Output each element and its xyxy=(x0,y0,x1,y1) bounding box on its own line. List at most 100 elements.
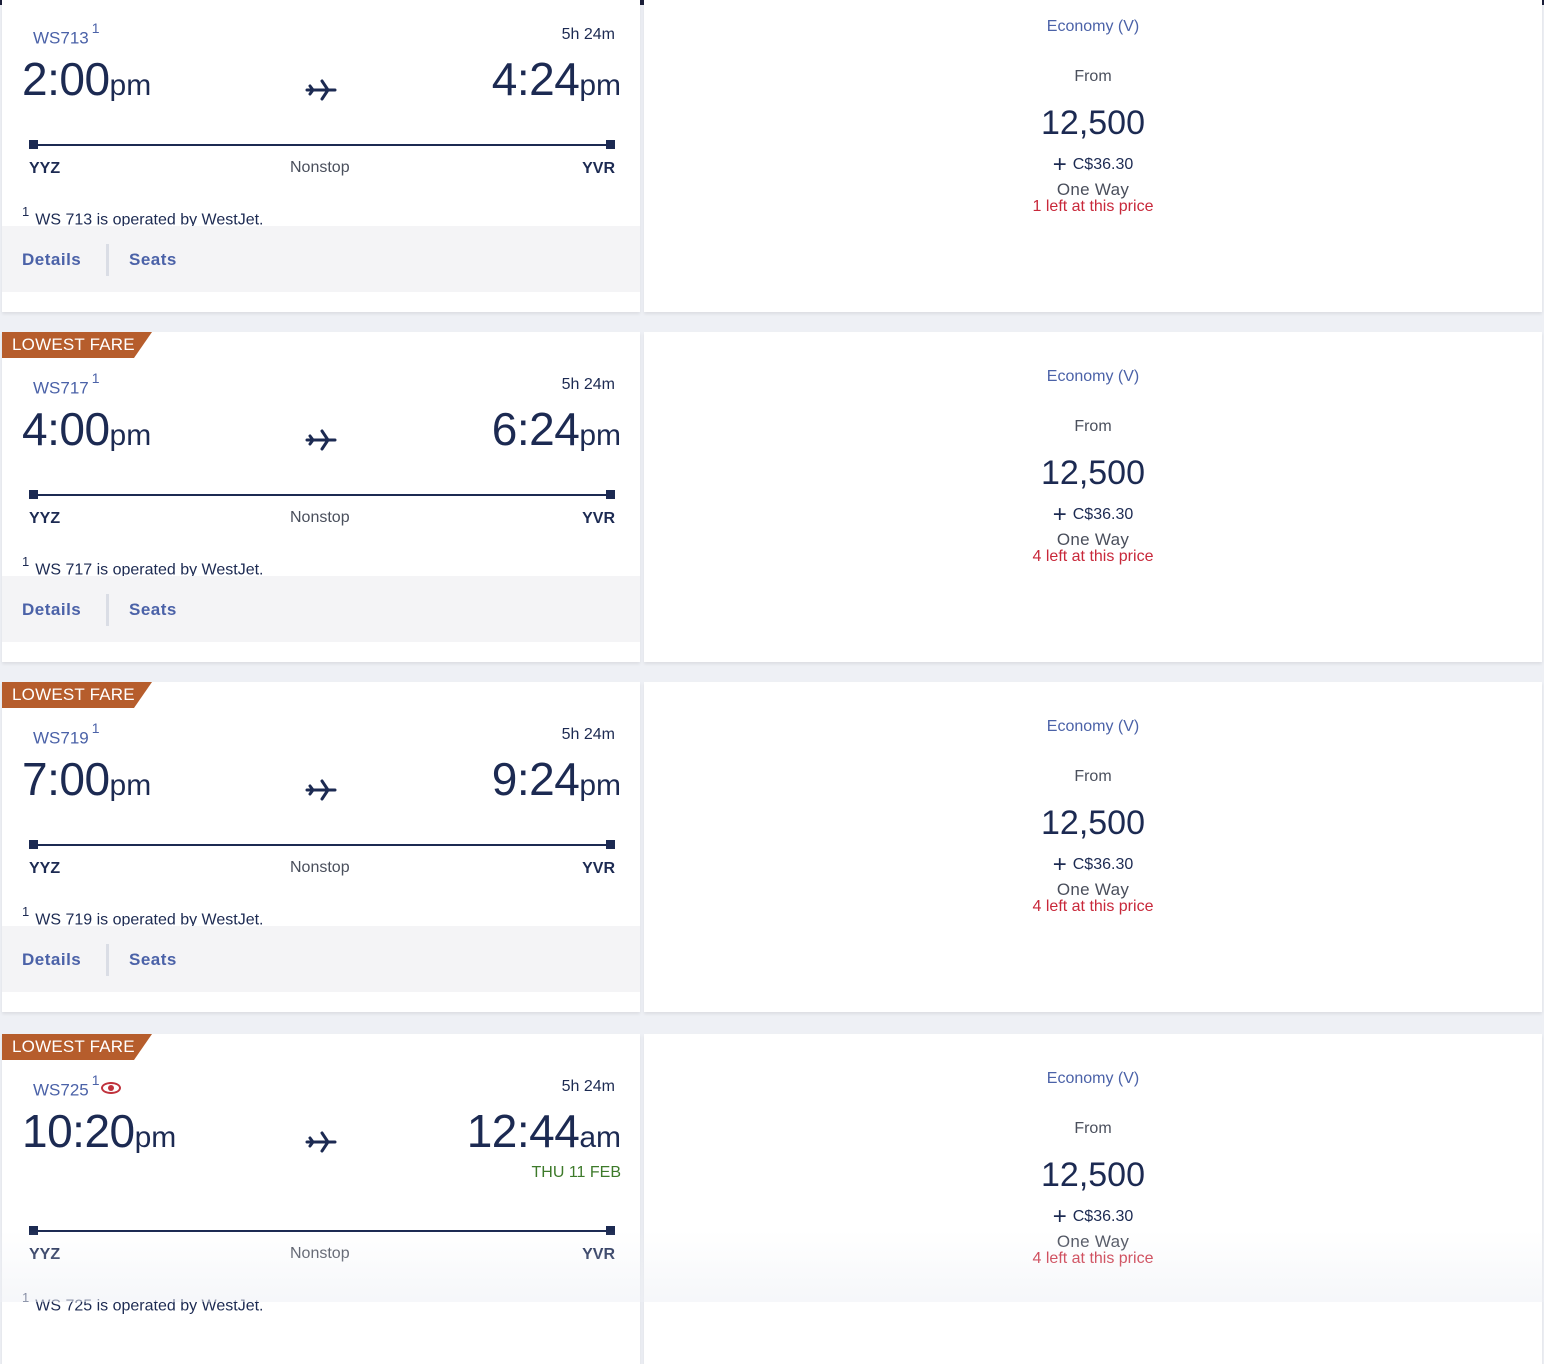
fare-taxes-value: C$36.30 xyxy=(1072,1208,1134,1225)
destination-airport: YVR xyxy=(582,510,615,527)
fare-option-economy[interactable]: Economy (V) From 12,500 + C$36.30 One Way… xyxy=(644,682,1542,1012)
fare-miles: 12,500 xyxy=(1041,804,1145,842)
flight-number-label[interactable]: WS725 xyxy=(33,1081,89,1100)
operated-by-note: 1 WS 725 is operated by WestJet. xyxy=(22,1290,264,1315)
lowest-fare-badge: LOWEST FARE xyxy=(2,332,152,358)
fare-option-economy[interactable]: Economy (V) From 12,500 + C$36.30 One Way… xyxy=(644,1034,1542,1364)
route-line xyxy=(29,1226,615,1235)
details-button[interactable]: Details xyxy=(22,600,81,620)
departure-time-value: 7:00 xyxy=(22,753,110,805)
flight-number[interactable]: WS7191 xyxy=(33,720,100,749)
seats-left-warning: 4 left at this price xyxy=(1032,1250,1154,1267)
flight-number[interactable]: WS7171 xyxy=(33,370,100,399)
stops-label: Nonstop xyxy=(290,1245,350,1262)
flight-number-label[interactable]: WS717 xyxy=(33,379,89,398)
departure-time: 7:00pm xyxy=(22,752,151,806)
footnote-marker: 1 xyxy=(91,20,100,36)
fare-class-label: Economy (V) xyxy=(1046,718,1140,735)
footnote-marker: 1 xyxy=(91,720,100,736)
flight-number-label[interactable]: WS719 xyxy=(33,729,89,748)
destination-airport: YVR xyxy=(582,860,615,877)
flight-info-panel: WS7131 5h 24m 2:00pm 4:24pm YYZ Nonstop … xyxy=(2,0,640,312)
flight-actions-bar: Details Seats xyxy=(2,226,640,292)
plus-icon: + xyxy=(1052,151,1067,178)
details-button[interactable]: Details xyxy=(22,950,81,970)
departure-ampm: pm xyxy=(109,769,152,802)
fare-taxes: + C$36.30 xyxy=(644,1200,1542,1230)
fare-taxes: + C$36.30 xyxy=(644,148,1542,178)
flight-duration: 5h 24m xyxy=(561,26,615,43)
arrival-time-value: 4:24 xyxy=(491,53,580,105)
airplane-icon xyxy=(305,779,337,801)
divider xyxy=(106,594,109,626)
fare-miles: 12,500 xyxy=(1041,1156,1145,1194)
seats-button[interactable]: Seats xyxy=(129,250,177,270)
fare-taxes: + C$36.30 xyxy=(644,848,1542,878)
origin-airport: YYZ xyxy=(29,510,61,527)
from-label: From xyxy=(1074,1120,1112,1137)
flight-number-label[interactable]: WS713 xyxy=(33,29,89,48)
fare-taxes-value: C$36.30 xyxy=(1072,856,1134,873)
origin-airport: YYZ xyxy=(29,860,61,877)
arrival-ampm: pm xyxy=(579,769,621,802)
departure-ampm: pm xyxy=(109,419,152,452)
destination-airport: YVR xyxy=(582,1246,615,1263)
from-label: From xyxy=(1074,768,1112,785)
flight-actions-bar: Details Seats xyxy=(2,576,640,642)
departure-time: 2:00pm xyxy=(22,52,151,106)
flight-result-card: LOWEST FARE WS7191 5h 24m 7:00pm 9:24pm … xyxy=(2,682,1542,1012)
footnote-marker: 1 xyxy=(22,1290,30,1305)
trip-type: One Way xyxy=(1056,1232,1130,1251)
fare-miles: 12,500 xyxy=(1041,104,1145,142)
trip-type: One Way xyxy=(1056,180,1130,199)
from-label: From xyxy=(1074,418,1112,435)
departure-time: 4:00pm xyxy=(22,402,151,456)
destination-airport: YVR xyxy=(582,160,615,177)
airplane-icon xyxy=(305,79,337,101)
flight-result-card: LOWEST FARE WS7251 5h 24m 10:20pm 12:44a… xyxy=(2,1034,1542,1364)
arrival-ampm: pm xyxy=(579,69,621,102)
divider xyxy=(106,244,109,276)
flight-result-card: WS7131 5h 24m 2:00pm 4:24pm YYZ Nonstop … xyxy=(2,0,1542,312)
arrival-time-value: 9:24 xyxy=(491,753,580,805)
divider xyxy=(106,944,109,976)
details-button[interactable]: Details xyxy=(22,250,81,270)
fare-class-label: Economy (V) xyxy=(1046,18,1140,35)
eye-icon[interactable] xyxy=(100,1081,121,1094)
departure-ampm: pm xyxy=(134,1121,177,1154)
flight-info-panel: LOWEST FARE WS7191 5h 24m 7:00pm 9:24pm … xyxy=(2,682,640,1012)
fare-class-label: Economy (V) xyxy=(1046,1070,1140,1087)
flight-number[interactable]: WS7131 xyxy=(33,20,100,49)
airplane-icon xyxy=(305,1131,337,1153)
fare-option-economy[interactable]: Economy (V) From 12,500 + C$36.30 One Way… xyxy=(644,0,1542,312)
from-label: From xyxy=(1074,68,1112,85)
arrival-time: 6:24pm xyxy=(492,402,621,456)
departure-time-value: 10:20 xyxy=(22,1105,135,1157)
stops-label: Nonstop xyxy=(290,159,350,176)
seats-button[interactable]: Seats xyxy=(129,600,177,620)
arrival-time: 12:44am xyxy=(467,1104,621,1158)
lowest-fare-badge: LOWEST FARE xyxy=(2,1034,152,1060)
fare-taxes-value: C$36.30 xyxy=(1072,156,1134,173)
arrival-ampm: am xyxy=(579,1121,621,1154)
arrival-time-value: 6:24 xyxy=(491,403,580,455)
stops-label: Nonstop xyxy=(290,859,350,876)
arrival-next-day: THU 11 FEB xyxy=(531,1164,622,1181)
trip-type: One Way xyxy=(1056,530,1130,549)
fare-taxes: + C$36.30 xyxy=(644,498,1542,528)
fare-option-economy[interactable]: Economy (V) From 12,500 + C$36.30 One Way… xyxy=(644,332,1542,662)
seats-button[interactable]: Seats xyxy=(129,950,177,970)
plus-icon: + xyxy=(1052,501,1067,528)
flight-result-card: LOWEST FARE WS7171 5h 24m 4:00pm 6:24pm … xyxy=(2,332,1542,662)
flight-duration: 5h 24m xyxy=(561,1078,615,1095)
flight-number[interactable]: WS7251 xyxy=(33,1072,121,1101)
route-line xyxy=(29,490,615,499)
trip-type: One Way xyxy=(1056,880,1130,899)
departure-time-value: 2:00 xyxy=(22,53,110,105)
flight-info-panel: LOWEST FARE WS7171 5h 24m 4:00pm 6:24pm … xyxy=(2,332,640,662)
flight-results-list: WS7131 5h 24m 2:00pm 4:24pm YYZ Nonstop … xyxy=(0,0,1544,1364)
seats-left-warning: 4 left at this price xyxy=(1032,898,1154,915)
lowest-fare-badge: LOWEST FARE xyxy=(2,682,152,708)
origin-airport: YYZ xyxy=(29,1246,61,1263)
footnote-marker: 1 xyxy=(91,1072,100,1088)
